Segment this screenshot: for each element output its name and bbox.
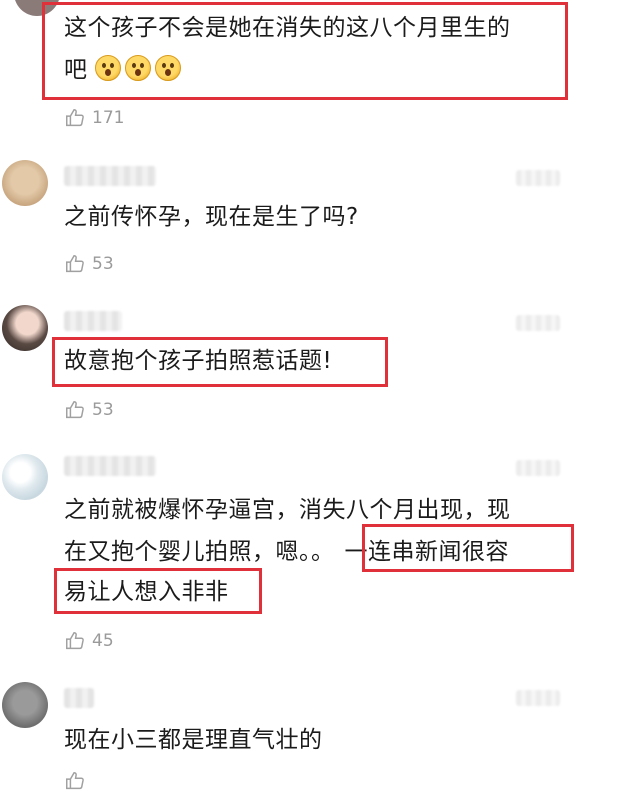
like-count: 171 — [92, 108, 125, 128]
like-count: 53 — [92, 254, 114, 274]
thumbs-up-icon — [66, 772, 84, 790]
comment-meta-blurred — [516, 315, 560, 331]
thumbs-up-icon — [66, 401, 84, 419]
comment-text: 之前传怀孕，现在是生了吗? — [64, 197, 359, 237]
comment-text-line: 这个孩子不会是她在消失的这八个月里生的 — [64, 15, 511, 41]
comment-meta-blurred — [516, 170, 560, 186]
hushed-face-emoji — [95, 55, 122, 81]
comment-text-line: 易让人想入非非 — [64, 579, 229, 605]
username-blurred[interactable] — [64, 456, 156, 476]
comment-text: 之前就被爆怀孕逼宫，消失八个月出现，现 — [64, 490, 511, 530]
thumbs-up-icon — [66, 109, 84, 127]
like-button[interactable]: 45 — [64, 630, 114, 652]
comment-text-line: 一连串新闻很容 — [344, 539, 509, 565]
avatar[interactable] — [2, 160, 48, 206]
thumbs-up-icon — [66, 632, 84, 650]
like-count: 45 — [92, 631, 114, 651]
avatar[interactable] — [2, 305, 48, 351]
username-blurred[interactable] — [64, 311, 122, 331]
comment-text: 现在小三都是理直气壮的 — [64, 720, 323, 760]
like-button[interactable]: 53 — [64, 253, 114, 275]
like-button[interactable] — [64, 770, 86, 792]
like-button[interactable]: 53 — [64, 399, 114, 421]
comment-text-line: 现在小三都是理直气壮的 — [64, 727, 323, 753]
comment-text-line: 吧 — [64, 57, 88, 83]
thumbs-up-icon — [66, 255, 84, 273]
comment-text-line: 之前就被爆怀孕逼宫，消失八个月出现，现 — [64, 497, 511, 523]
hushed-face-emoji — [125, 55, 152, 81]
avatar[interactable] — [2, 682, 48, 728]
avatar[interactable] — [2, 454, 48, 500]
comment-text-line: 故意抱个孩子拍照惹话题! — [64, 348, 333, 374]
comment-text: 故意抱个孩子拍照惹话题! — [64, 341, 332, 381]
like-count: 53 — [92, 400, 114, 420]
comment-meta-blurred — [516, 690, 560, 706]
comment-text: 在又抱个婴儿拍照，嗯。。 一连串新闻很容 — [64, 532, 509, 572]
comment-text: 吧 — [64, 50, 185, 90]
comment-text: 这个孩子不会是她在消失的这八个月里生的 — [64, 8, 511, 48]
avatar[interactable] — [14, 0, 60, 16]
like-button[interactable]: 171 — [64, 107, 124, 129]
hushed-face-emoji — [155, 55, 182, 81]
comment-text-line: 之前传怀孕，现在是生了吗? — [64, 204, 359, 230]
username-blurred[interactable] — [64, 688, 94, 708]
comment-text-line: 在又抱个婴儿拍照，嗯。。 — [64, 539, 335, 565]
comment-text: 易让人想入非非 — [64, 572, 229, 612]
comment-meta-blurred — [516, 460, 560, 476]
username-blurred[interactable] — [64, 166, 156, 186]
